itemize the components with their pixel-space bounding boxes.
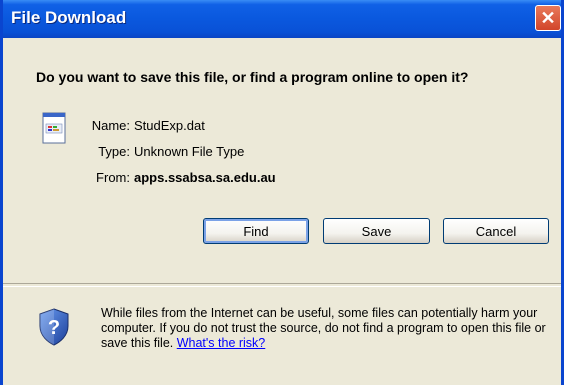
close-button[interactable]: ✕ — [535, 5, 561, 31]
security-warning: While files from the Internet can be use… — [101, 306, 553, 351]
save-button[interactable]: Save — [323, 218, 430, 244]
warning-text: While files from the Internet can be use… — [101, 306, 546, 350]
from-value: apps.ssabsa.sa.edu.au — [134, 170, 276, 185]
svg-text:?: ? — [48, 317, 60, 339]
name-value: StudExp.dat — [134, 118, 205, 133]
dialog-body: Do you want to save this file, or find a… — [3, 38, 561, 385]
find-button[interactable]: Find — [203, 218, 309, 244]
whats-the-risk-link[interactable]: What's the risk? — [177, 336, 266, 350]
type-label: Type: — [98, 144, 130, 159]
dialog-question: Do you want to save this file, or find a… — [36, 69, 469, 85]
security-shield-icon: ? — [39, 308, 69, 346]
type-value: Unknown File Type — [134, 144, 245, 159]
from-label: From: — [96, 170, 130, 185]
title-bar[interactable]: File Download ✕ — [3, 0, 561, 38]
separator — [3, 283, 561, 287]
close-icon: ✕ — [540, 8, 556, 28]
window-title: File Download — [11, 8, 127, 27]
name-label: Name: — [91, 118, 130, 133]
file-download-dialog: File Download ✕ Do you want to save this… — [0, 0, 564, 385]
cancel-button[interactable]: Cancel — [443, 218, 549, 244]
